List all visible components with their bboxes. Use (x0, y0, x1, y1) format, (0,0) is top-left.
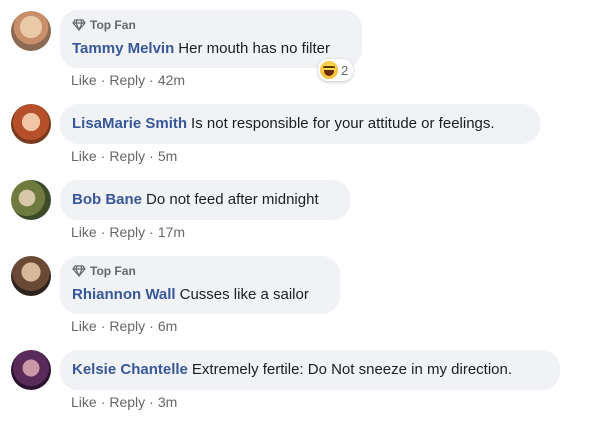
timestamp[interactable]: 17m (158, 224, 185, 240)
timestamp[interactable]: 3m (158, 394, 177, 410)
comment-text-row: Bob Bane Do not feed after midnight (72, 191, 319, 208)
comment-actions: Like · Reply · 17m (71, 224, 186, 240)
avatar[interactable] (11, 256, 51, 296)
avatar[interactable] (11, 180, 51, 220)
like-link[interactable]: Like (71, 224, 97, 240)
like-link[interactable]: Like (71, 148, 97, 164)
comment-bubble: Kelsie Chantelle Extremely fertile: Do No… (60, 350, 560, 390)
timestamp[interactable]: 42m (158, 72, 185, 88)
comment-text: Cusses like a sailor (179, 286, 309, 303)
top-fan-label: Top Fan (90, 18, 136, 32)
avatar[interactable] (11, 350, 51, 390)
comment-text: Extremely fertile: Do Not sneeze in my d… (191, 361, 513, 378)
reaction-count-value: 2 (341, 62, 349, 78)
timestamp[interactable]: 6m (158, 318, 177, 334)
avatar[interactable] (11, 104, 51, 144)
comment-author[interactable]: Tammy Melvin (72, 40, 174, 57)
diamond-icon (72, 265, 86, 278)
like-link[interactable]: Like (71, 394, 97, 410)
haha-emoji-icon (320, 61, 338, 79)
reply-link[interactable]: Reply (109, 394, 145, 410)
top-fan-badge: Top Fan (72, 17, 136, 33)
avatar[interactable] (11, 11, 51, 51)
comment-actions: Like · Reply · 3m (71, 394, 178, 410)
comment-author[interactable]: LisaMarie Smith (72, 115, 187, 132)
diamond-icon (72, 19, 86, 32)
top-fan-badge: Top Fan (72, 263, 136, 279)
comment-author[interactable]: Kelsie Chantelle (72, 361, 188, 378)
top-fan-label: Top Fan (90, 264, 136, 278)
comment-author[interactable]: Rhiannon Wall (72, 286, 176, 303)
comment-text: Is not responsible for your attitude or … (191, 115, 495, 132)
comment-text: Her mouth has no filter (178, 40, 331, 57)
reaction-count[interactable]: 2 (318, 59, 354, 81)
comment-text-row: Rhiannon Wall Cusses like a sailor (72, 286, 309, 303)
comment-actions: Like · Reply · 5m (71, 148, 178, 164)
comment-actions: Like · Reply · 42m (71, 72, 186, 88)
comment-text-row: LisaMarie Smith Is not responsible for yo… (72, 115, 495, 132)
reply-link[interactable]: Reply (109, 224, 145, 240)
comment-text: Do not feed after midnight (146, 191, 319, 208)
comment-text-row: Tammy Melvin Her mouth has no filter (72, 40, 330, 57)
like-link[interactable]: Like (71, 318, 97, 334)
reply-link[interactable]: Reply (109, 318, 145, 334)
comment-actions: Like · Reply · 6m (71, 318, 178, 334)
reply-link[interactable]: Reply (109, 148, 145, 164)
comment-text-row: Kelsie Chantelle Extremely fertile: Do No… (72, 361, 512, 378)
comment-bubble: Top Fan Rhiannon Wall Cusses like a sailo… (60, 256, 340, 314)
comment-bubble: Bob Bane Do not feed after midnight (60, 180, 350, 220)
comment-bubble: LisaMarie Smith Is not responsible for yo… (60, 104, 540, 144)
reply-link[interactable]: Reply (109, 72, 145, 88)
comment-author[interactable]: Bob Bane (72, 191, 142, 208)
timestamp[interactable]: 5m (158, 148, 177, 164)
like-link[interactable]: Like (71, 72, 97, 88)
comment-bubble: Top Fan Tammy Melvin Her mouth has no fil… (60, 10, 362, 68)
